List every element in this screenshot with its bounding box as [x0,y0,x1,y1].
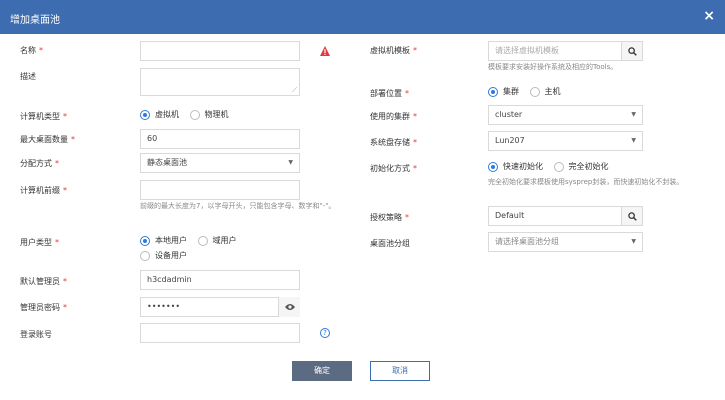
desc-label: 描述 [20,72,36,81]
dialog-titlebar: 增加桌面池 × [0,0,725,34]
init-label: 初始化方式 * [370,164,417,173]
radio-quick-init[interactable]: 快速初始化 [488,161,543,172]
login-label: 登录账号 [20,330,52,339]
name-input[interactable] [140,41,300,61]
radio-local-user[interactable]: 本地用户 [140,235,187,246]
radio-host[interactable]: 主机 [529,86,561,97]
alloc-select[interactable]: 静态桌面池 ▼ [140,153,300,173]
init-radio-group: 快速初始化 完全初始化 [488,161,617,174]
cluster-label: 使用的集群 * [370,112,417,121]
group-select[interactable]: 请选择桌面池分组 ▼ [488,232,643,252]
chevron-down-icon: ▼ [631,111,636,118]
pwd-input[interactable]: ••••••• [140,297,300,317]
radio-checked-icon [488,161,498,172]
search-icon[interactable] [621,206,643,226]
close-icon[interactable]: × [703,8,715,24]
storage-label: 系统盘存储 * [370,138,417,147]
user-type-label: 用户类型 * [20,238,59,247]
machine-type-radio-group: 虚拟机 物理机 [140,109,237,122]
radio-unchecked-icon [197,235,208,246]
prefix-hint: 前缀的最大长度为7，以字母开头，只能包含字母、数字和"-"。 [140,202,336,210]
admin-input[interactable]: h3cdadmin [140,270,300,290]
radio-device-user[interactable]: 设备用户 [140,250,187,261]
auth-label: 授权策略 * [370,213,409,222]
machine-type-label: 计算机类型 * [20,112,67,121]
group-label: 桌面池分组 [370,239,410,248]
radio-domain-user[interactable]: 域用户 [197,235,237,246]
chevron-down-icon: ▼ [288,159,293,166]
prefix-input[interactable] [140,180,300,200]
cancel-button[interactable]: 取消 [370,361,430,381]
template-input[interactable]: 请选择虚拟机模板 [488,41,643,61]
radio-full-init[interactable]: 完全初始化 [553,161,609,172]
radio-unchecked-icon [189,109,200,120]
admin-label: 默认管理员 * [20,277,67,286]
radio-checked-icon [488,86,498,97]
chevron-down-icon: ▼ [631,238,636,245]
max-desktops-label: 最大桌面数量 * [20,135,75,144]
radio-unchecked-icon [529,86,540,97]
init-hint: 完全初始化要求模板使用sysprep封装，而快速初始化不封装。 [488,178,684,186]
user-type-radio-group-row2: 设备用户 [140,250,195,263]
template-hint: 模板要求安装好操作系统及相应的Tools。 [488,63,618,71]
radio-checked-icon [140,109,150,120]
deploy-label: 部署位置 * [370,89,409,98]
ok-button[interactable]: 确定 [292,361,352,381]
pwd-label: 管理员密码 * [20,303,67,312]
template-label: 虚拟机模板 * [370,46,417,55]
radio-physical-machine[interactable]: 物理机 [189,109,229,120]
desc-textarea[interactable]: ⟋ [140,68,300,96]
dialog-title: 增加桌面池 [10,15,60,26]
radio-unchecked-icon [553,161,564,172]
warning-icon [320,46,330,56]
user-type-radio-group: 本地用户 域用户 [140,235,245,248]
deploy-radio-group: 集群 主机 [488,86,569,99]
eye-icon[interactable] [278,297,300,317]
radio-unchecked-icon [140,250,150,261]
storage-select[interactable]: Lun207 ▼ [488,131,643,151]
alloc-label: 分配方式 * [20,159,59,168]
help-icon[interactable]: ? [320,328,330,338]
radio-virtual-machine[interactable]: 虚拟机 [140,109,179,120]
radio-cluster[interactable]: 集群 [488,86,519,97]
prefix-label: 计算机前缀 * [20,186,67,195]
auth-input[interactable]: Default [488,206,643,226]
search-icon[interactable] [621,41,643,61]
chevron-down-icon: ▼ [631,137,636,144]
name-label: 名称 * [20,46,43,55]
cluster-select[interactable]: cluster ▼ [488,105,643,125]
login-input[interactable] [140,323,300,343]
resize-grip-icon[interactable]: ⟋ [292,87,297,94]
max-desktops-input[interactable]: 60 [140,129,300,149]
radio-checked-icon [140,235,150,246]
